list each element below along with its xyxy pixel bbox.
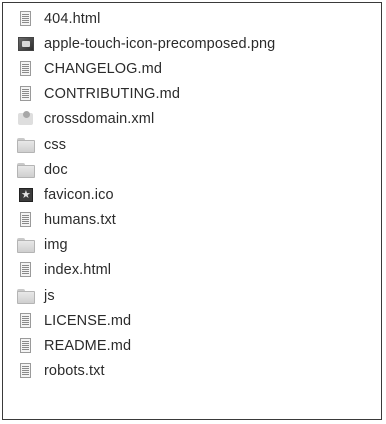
favicon-icon (17, 186, 35, 204)
file-name: README.md (44, 338, 132, 355)
file-name: index.html (44, 262, 112, 279)
folder-row-doc[interactable]: doc (3, 157, 381, 182)
file-name: favicon.ico (44, 186, 114, 203)
file-row-contributing[interactable]: CONTRIBUTING.md (3, 82, 381, 107)
file-list-panel: 404.html apple-touch-icon-precomposed.pn… (2, 2, 382, 420)
image-icon (17, 35, 35, 53)
file-row-crossdomain[interactable]: crossdomain.xml (3, 107, 381, 132)
folder-row-img[interactable]: img (3, 233, 381, 258)
folder-name: css (44, 136, 67, 153)
file-row-license[interactable]: LICENSE.md (3, 308, 381, 333)
folder-name: img (44, 237, 68, 254)
file-row-index-html[interactable]: index.html (3, 258, 381, 283)
file-row-changelog[interactable]: CHANGELOG.md (3, 56, 381, 81)
folder-icon (17, 161, 35, 179)
document-icon (17, 60, 35, 78)
file-name: crossdomain.xml (44, 111, 155, 128)
folder-name: doc (44, 161, 68, 178)
folder-icon (17, 136, 35, 154)
file-row-humans[interactable]: humans.txt (3, 208, 381, 233)
document-icon (17, 85, 35, 103)
folder-icon (17, 287, 35, 305)
xml-file-icon (17, 110, 35, 128)
document-icon (17, 312, 35, 330)
folder-row-css[interactable]: css (3, 132, 381, 157)
file-list: 404.html apple-touch-icon-precomposed.pn… (3, 6, 381, 384)
document-icon (17, 337, 35, 355)
file-name: CONTRIBUTING.md (44, 86, 181, 103)
file-name: CHANGELOG.md (44, 60, 163, 77)
file-row-404-html[interactable]: 404.html (3, 6, 381, 31)
folder-row-js[interactable]: js (3, 283, 381, 308)
document-icon (17, 10, 35, 28)
file-name: apple-touch-icon-precomposed.png (44, 35, 276, 52)
file-name: robots.txt (44, 363, 105, 380)
file-row-readme[interactable]: README.md (3, 333, 381, 358)
file-row-favicon[interactable]: favicon.ico (3, 182, 381, 207)
file-row-robots[interactable]: robots.txt (3, 359, 381, 384)
document-icon (17, 261, 35, 279)
file-name: LICENSE.md (44, 312, 132, 329)
document-icon (17, 362, 35, 380)
file-row-apple-touch-icon[interactable]: apple-touch-icon-precomposed.png (3, 31, 381, 56)
document-icon (17, 211, 35, 229)
folder-icon (17, 236, 35, 254)
file-name: humans.txt (44, 212, 116, 229)
file-name: 404.html (44, 10, 101, 27)
folder-name: js (44, 287, 55, 304)
